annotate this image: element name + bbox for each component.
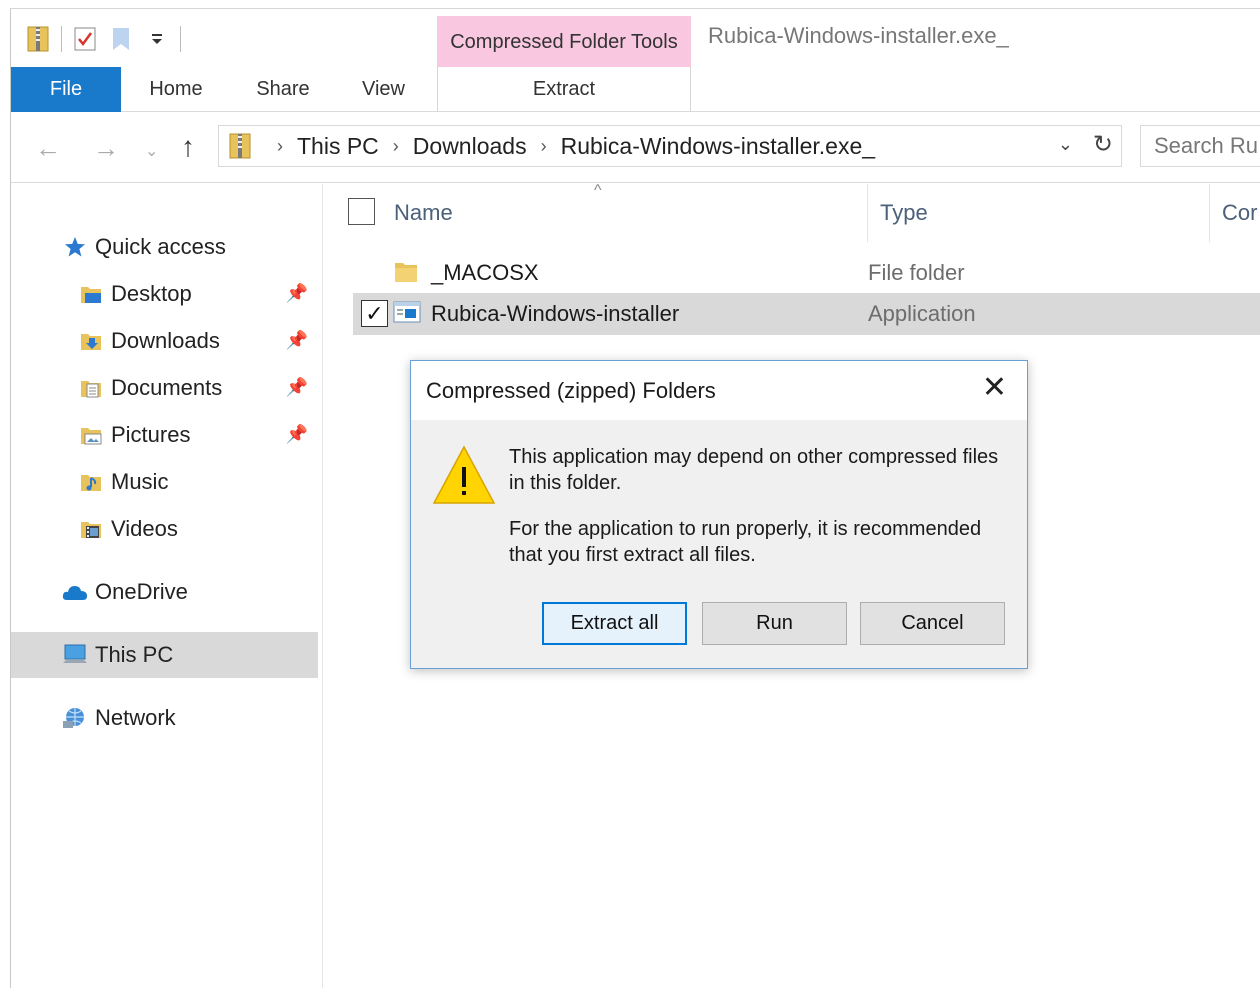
row-checkbox[interactable]: ✓ — [361, 300, 388, 327]
back-arrow-icon[interactable]: ← — [35, 133, 61, 164]
pin-icon[interactable]: 📌 — [286, 330, 308, 351]
toolbar-separator — [180, 26, 181, 52]
tab-file[interactable]: File — [11, 67, 121, 112]
toolbar-separator — [61, 26, 62, 52]
file-type: File folder — [868, 260, 965, 285]
title-bar: Compressed Folder Tools Rubica-Windows-i… — [11, 9, 1260, 68]
tab-extract[interactable]: Extract — [437, 67, 691, 112]
computer-icon — [61, 641, 89, 669]
breadcrumb-current[interactable]: Rubica-Windows-installer.exe_ — [561, 133, 875, 160]
breadcrumb: › This PC › Downloads › Rubica-Windows-i… — [263, 133, 875, 160]
chevron-right-icon[interactable]: › — [393, 136, 399, 157]
nav-item-label: Desktop — [111, 281, 192, 306]
properties-icon[interactable] — [72, 24, 98, 54]
nav-network-label: Network — [95, 705, 176, 730]
downloads-folder-icon — [77, 327, 105, 355]
dialog-message-dependency: This application may depend on other com… — [509, 446, 999, 494]
folder-icon — [393, 260, 421, 286]
address-dropdown-icon[interactable]: ⌄ — [1058, 134, 1073, 155]
network-icon — [61, 704, 89, 732]
nav-this-pc-label: This PC — [95, 642, 174, 667]
dialog-message-recommendation: For the application to run properly, it … — [509, 518, 982, 566]
run-button[interactable]: Run — [702, 602, 847, 645]
pin-icon[interactable]: 📌 — [286, 377, 308, 398]
tab-share[interactable]: Share — [238, 67, 328, 112]
nav-item-label: Downloads — [111, 328, 220, 353]
column-name-header[interactable]: Name — [394, 184, 453, 242]
file-row[interactable]: _MACOSX File folder — [353, 252, 1260, 294]
customize-toolbar-dropdown-icon[interactable] — [144, 24, 170, 54]
extract-all-button[interactable]: Extract all — [542, 602, 687, 645]
window-title: Rubica-Windows-installer.exe_ — [708, 23, 1009, 48]
nav-network[interactable]: Network — [11, 695, 318, 741]
navigation-pane: Quick access Desktop 📌 Downloads 📌 Docum… — [11, 184, 323, 988]
new-folder-icon[interactable] — [108, 24, 134, 54]
application-icon — [393, 301, 421, 327]
nav-item-label: Music — [111, 469, 169, 494]
warning-icon — [431, 443, 497, 509]
nav-onedrive-label: OneDrive — [95, 579, 188, 604]
file-name: _MACOSX — [431, 260, 539, 285]
chevron-right-icon[interactable]: › — [277, 136, 283, 157]
nav-item-downloads[interactable]: Downloads 📌 — [11, 318, 318, 364]
nav-quick-access[interactable]: Quick access — [11, 224, 318, 270]
pin-icon[interactable]: 📌 — [286, 424, 308, 445]
refresh-icon[interactable]: ↻ — [1093, 130, 1113, 159]
sort-ascending-icon: ^ — [594, 182, 602, 199]
nav-item-videos[interactable]: Videos — [11, 506, 318, 552]
compressed-folders-dialog: Compressed (zipped) Folders ✕ This appli… — [410, 360, 1028, 669]
nav-item-documents[interactable]: Documents 📌 — [11, 365, 318, 411]
music-folder-icon — [77, 468, 105, 496]
desktop-folder-icon — [77, 280, 105, 308]
select-all-checkbox[interactable] — [348, 198, 375, 225]
address-bar[interactable]: › This PC › Downloads › Rubica-Windows-i… — [218, 125, 1122, 167]
nav-this-pc[interactable]: This PC — [11, 632, 318, 678]
address-row: ← → ⌄ ↑ › This PC › Downloads › Rubica-W… — [11, 113, 1260, 183]
dialog-title: Compressed (zipped) Folders — [426, 378, 716, 403]
nav-item-label: Videos — [111, 516, 178, 541]
file-row[interactable]: ✓ Rubica-Windows-installer Application — [353, 293, 1260, 335]
cancel-button[interactable]: Cancel — [860, 602, 1005, 645]
column-headers: ^ Name Type Cor — [332, 182, 1260, 244]
nav-item-pictures[interactable]: Pictures 📌 — [11, 412, 318, 458]
nav-onedrive[interactable]: OneDrive — [11, 569, 318, 615]
documents-folder-icon — [77, 374, 105, 402]
breadcrumb-this-pc[interactable]: This PC — [297, 133, 379, 160]
nav-quick-access-label: Quick access — [95, 234, 226, 259]
zip-folder-icon — [225, 132, 255, 160]
quick-access-toolbar — [25, 21, 181, 57]
tab-view[interactable]: View — [341, 67, 426, 112]
chevron-right-icon[interactable]: › — [541, 136, 547, 157]
zip-folder-icon[interactable] — [25, 24, 51, 54]
videos-folder-icon — [77, 515, 105, 543]
pin-icon[interactable]: 📌 — [286, 283, 308, 304]
dialog-title-bar: Compressed (zipped) Folders ✕ — [411, 361, 1027, 420]
column-type-header[interactable]: Type — [867, 184, 928, 242]
pictures-folder-icon — [77, 421, 105, 449]
up-arrow-icon[interactable]: ↑ — [181, 131, 195, 163]
file-name: Rubica-Windows-installer — [431, 301, 680, 326]
file-type: Application — [868, 301, 976, 326]
search-input[interactable]: Search Ru — [1140, 125, 1260, 167]
column-compressed-header[interactable]: Cor — [1209, 184, 1257, 242]
nav-item-label: Documents — [111, 375, 223, 400]
forward-arrow-icon[interactable]: → — [93, 133, 119, 164]
tab-home[interactable]: Home — [131, 67, 221, 112]
close-icon[interactable]: ✕ — [982, 373, 1007, 403]
nav-item-music[interactable]: Music — [11, 459, 318, 505]
recent-locations-chevron-icon[interactable]: ⌄ — [145, 141, 158, 161]
nav-item-label: Pictures — [111, 422, 191, 447]
nav-item-desktop[interactable]: Desktop 📌 — [11, 271, 318, 317]
context-tab-title: Compressed Folder Tools — [437, 16, 691, 68]
cloud-icon — [61, 578, 89, 606]
ribbon-tabs: File Home Share View Extract — [11, 67, 1260, 112]
breadcrumb-downloads[interactable]: Downloads — [413, 133, 527, 160]
star-icon — [61, 233, 89, 261]
